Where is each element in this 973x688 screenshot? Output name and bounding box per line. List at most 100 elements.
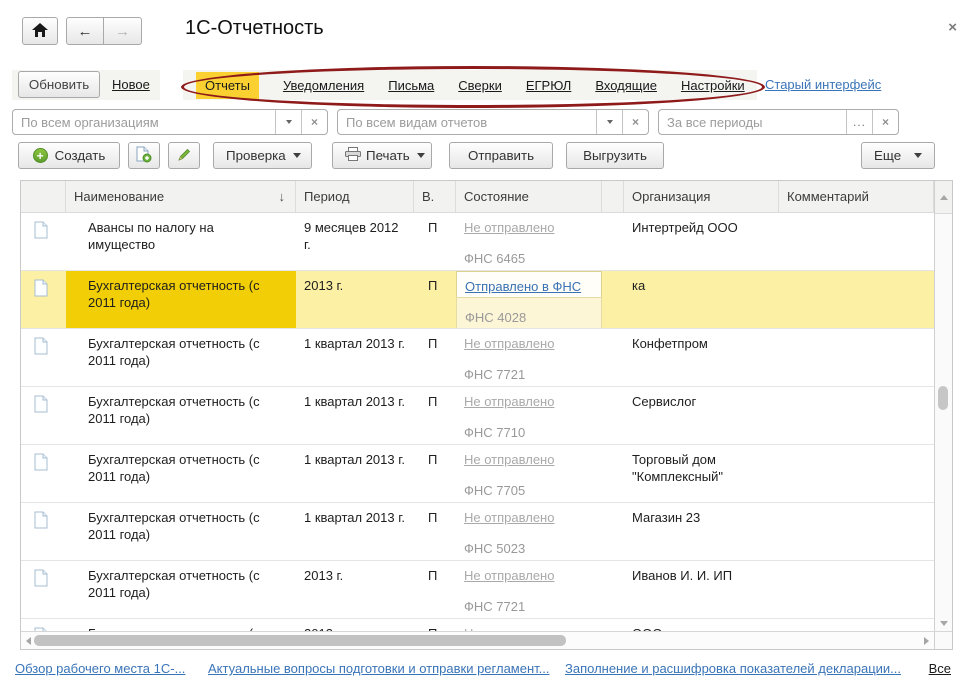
tab-reconciliations[interactable]: Сверки <box>458 78 502 93</box>
report-organization: Сервислог <box>624 387 779 444</box>
check-button[interactable]: Проверка <box>213 142 312 169</box>
report-status-cell: Не отправлено ФНС 5023 <box>456 503 602 560</box>
report-icon-cell <box>21 329 66 386</box>
vertical-scroll-thumb[interactable] <box>938 386 948 410</box>
triangle-down-icon <box>940 621 948 626</box>
declaration-help-link[interactable]: Заполнение и расшифровка показателей дек… <box>565 661 901 676</box>
table-row[interactable]: Бухгалтерская отчетность (с 2011 года)1 … <box>21 387 934 445</box>
clear-button[interactable]: × <box>622 110 648 134</box>
status-line: Не отправлено <box>456 329 602 355</box>
fns-code: ФНС 5023 <box>456 529 602 560</box>
periods-filter[interactable]: За все периоды...× <box>658 109 899 135</box>
tab-letters[interactable]: Письма <box>388 78 434 93</box>
scroll-down-button[interactable] <box>935 621 952 626</box>
status-link[interactable]: Не отправлено <box>464 220 554 235</box>
chevron-down-icon <box>417 153 425 158</box>
copy-document-button[interactable] <box>128 142 160 169</box>
status-link[interactable]: Не отправлено <box>464 568 554 583</box>
status-link[interactable]: Не отправлено <box>464 336 554 351</box>
table-row[interactable]: Бухгалтерская отчетность (с 2011 года)20… <box>21 619 934 631</box>
send-button[interactable]: Отправить <box>449 142 553 169</box>
status-link[interactable]: Отправлено в ФНС <box>465 279 581 294</box>
more-button[interactable]: Еще <box>861 142 935 169</box>
tab-settings[interactable]: Настройки <box>681 78 745 93</box>
column-header-v[interactable]: В. <box>414 181 456 212</box>
column-header-comment[interactable]: Комментарий <box>779 181 934 212</box>
document-icon <box>34 227 48 242</box>
back-button[interactable]: ← <box>66 17 104 45</box>
periods-filter-placeholder: За все периоды <box>659 110 846 134</box>
table-row[interactable]: Бухгалтерская отчетность (с 2011 года)1 … <box>21 445 934 503</box>
export-button[interactable]: Выгрузить <box>566 142 664 169</box>
edit-button[interactable] <box>168 142 200 169</box>
old-interface-link[interactable]: Старый интерфейс <box>765 77 881 92</box>
home-button[interactable] <box>22 17 58 45</box>
report-icon-cell <box>21 619 66 631</box>
horizontal-scrollbar[interactable] <box>21 631 934 649</box>
report-name: Бухгалтерская отчетность (с 2011 года) <box>66 503 296 560</box>
ellipsis-button[interactable]: ... <box>846 110 872 134</box>
refresh-button[interactable]: Обновить <box>18 71 100 98</box>
report-types-filter[interactable]: По всем видам отчетов× <box>337 109 649 135</box>
gap-cell <box>602 445 624 502</box>
clear-icon: × <box>632 115 639 129</box>
table-row[interactable]: Бухгалтерская отчетность (с 2011 года)1 … <box>21 503 934 561</box>
plus-icon: + <box>33 148 48 163</box>
document-icon <box>34 459 48 474</box>
all-link[interactable]: Все <box>929 661 951 676</box>
clear-button[interactable]: × <box>872 110 898 134</box>
forward-button[interactable]: → <box>104 17 142 45</box>
report-organization: Интертрейд ООО <box>624 213 779 270</box>
triangle-right-icon <box>924 637 929 645</box>
fns-code: ФНС 7721 <box>456 355 602 386</box>
column-header-name[interactable]: Наименование↓ <box>66 181 296 212</box>
status-link[interactable]: Не отправлено <box>464 510 554 525</box>
print-button[interactable]: Печать <box>332 142 432 169</box>
create-button[interactable]: + Создать <box>18 142 120 169</box>
report-icon-cell <box>21 561 66 618</box>
dropdown-button[interactable] <box>596 110 622 134</box>
close-icon[interactable]: × <box>948 19 957 36</box>
app-window: ← → 1С-Отчетность × Обновить Новое Отчет… <box>0 0 973 688</box>
report-organization: Конфетпром <box>624 329 779 386</box>
horizontal-scroll-thumb[interactable] <box>34 635 566 646</box>
report-status-cell: Не отправленоФНС 7705 <box>456 445 602 502</box>
tab-inbox[interactable]: Входящие <box>595 78 657 93</box>
report-comment <box>779 445 934 502</box>
pencil-icon <box>177 147 192 165</box>
clear-button[interactable]: × <box>301 110 327 134</box>
tab-reports[interactable]: Отчеты <box>196 72 259 99</box>
column-header-status[interactable]: Состояние <box>456 181 602 212</box>
chevron-down-icon <box>293 153 301 158</box>
document-icon <box>34 575 48 590</box>
gap-cell <box>602 503 624 560</box>
table-row[interactable]: Бухгалтерская отчетность (с 2011 года)20… <box>21 271 934 329</box>
tab-egrul[interactable]: ЕГРЮЛ <box>526 78 571 93</box>
report-status-cell: Не отправленоФНС 7710 <box>456 387 602 444</box>
column-header-icon[interactable] <box>21 181 66 212</box>
vertical-scrollbar[interactable] <box>934 181 952 631</box>
status-line: Не отправлено <box>456 503 602 529</box>
column-header-gap[interactable] <box>602 181 624 212</box>
new-link[interactable]: Новое <box>112 77 150 92</box>
forward-arrow-icon: → <box>115 23 130 40</box>
table-row[interactable]: Бухгалтерская отчетность (с 2011 года)20… <box>21 561 934 619</box>
column-header-org[interactable]: Организация <box>624 181 779 212</box>
tab-notifications[interactable]: Уведомления <box>283 78 364 93</box>
workspace-overview-link[interactable]: Обзор рабочего места 1С-... <box>15 661 185 676</box>
faq-link[interactable]: Актуальные вопросы подготовки и отправки… <box>208 661 550 676</box>
table-row[interactable]: Бухгалтерская отчетность (с 2011 года)1 … <box>21 329 934 387</box>
organizations-filter[interactable]: По всем организациям× <box>12 109 328 135</box>
report-period: 2013 г. <box>296 561 414 618</box>
report-status-cell: Не отправлено ФНС 7721 <box>456 329 602 386</box>
scroll-up-button[interactable] <box>935 181 952 214</box>
dropdown-button[interactable] <box>275 110 301 134</box>
report-organization: Иванов И. И. ИП <box>624 561 779 618</box>
column-header-period[interactable]: Период <box>296 181 414 212</box>
status-link[interactable]: Не отправлено <box>464 394 554 409</box>
sort-descending-icon: ↓ <box>279 189 286 204</box>
status-link[interactable]: Не отправлено <box>464 452 554 467</box>
report-status-cell: Отправлено в ФНС ФНС 4028 <box>456 271 602 328</box>
fns-code: ФНС 4028 <box>456 297 602 328</box>
table-row[interactable]: Авансы по налогу на имущество9 месяцев 2… <box>21 213 934 271</box>
